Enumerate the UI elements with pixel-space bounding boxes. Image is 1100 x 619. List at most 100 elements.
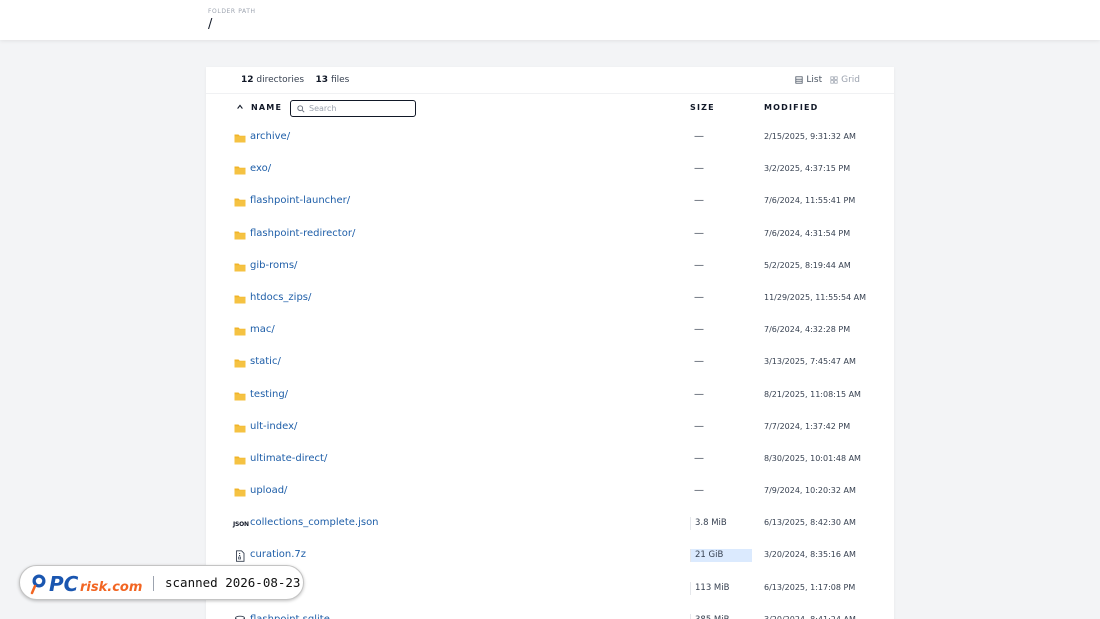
file-name-link[interactable]: testing/ <box>250 389 288 400</box>
file-name-link[interactable]: upload/ <box>250 485 287 496</box>
table-row[interactable]: mac/ — 7/6/2024, 4:32:28 PM <box>206 315 894 347</box>
scan-date-text: scanned 2026-08-23 <box>165 575 301 590</box>
file-count-label: files <box>330 75 350 85</box>
folder-icon <box>234 456 246 465</box>
table-row[interactable]: flashpoint-redirector/ — 7/6/2024, 4:31:54… <box>206 219 894 251</box>
table-row[interactable]: htdocs_zips/ — 11/29/2025, 11:55:54 AM <box>206 283 894 315</box>
file-name-link[interactable]: flashpoint-launcher/ <box>250 195 350 206</box>
file-size: — <box>694 388 704 400</box>
search-icon <box>297 105 305 113</box>
table-row[interactable]: flashpoint-launcher/ — 7/6/2024, 11:55:41 … <box>206 186 894 218</box>
table-row[interactable]: JSON collections_complete.json 3.8 MiB 6/13… <box>206 508 894 540</box>
file-modified: 3/13/2025, 7:45:47 AM <box>764 357 856 367</box>
file-modified: 3/2/2025, 4:37:15 PM <box>764 164 851 174</box>
file-listing-panel: 12 directories 13 files List Grid NAME S… <box>206 67 894 619</box>
table-row[interactable]: ult-index/ — 7/7/2024, 1:37:42 PM <box>206 412 894 444</box>
pcrisk-logo: PC risk.com <box>30 572 142 595</box>
file-name-link[interactable]: static/ <box>250 356 281 367</box>
file-modified: 3/20/2024, 8:35:16 AM <box>764 550 856 560</box>
folder-icon <box>234 424 246 433</box>
folder-icon <box>234 327 246 336</box>
json-icon: JSON <box>233 521 249 529</box>
table-row[interactable]: static/ — 3/13/2025, 7:45:47 AM <box>206 347 894 379</box>
database-icon <box>235 615 245 619</box>
folder-icon <box>234 166 246 175</box>
listing-summary: 12 directories 13 files <box>241 75 349 85</box>
folder-path-label: FOLDER PATH <box>208 8 256 15</box>
folder-icon <box>234 488 246 497</box>
file-name-link[interactable]: flashpoint-redirector/ <box>250 228 355 239</box>
file-size: 113 MiB <box>690 581 752 595</box>
table-header: NAME SIZE MODIFIED <box>206 97 894 119</box>
view-toggle: List Grid <box>795 75 860 85</box>
file-modified: 7/9/2024, 10:20:32 AM <box>764 486 856 496</box>
file-name-link[interactable]: curation.7z <box>250 549 306 560</box>
file-size: — <box>694 131 704 142</box>
file-size: — <box>694 356 704 368</box>
logo-risk-text: risk.com <box>80 580 142 595</box>
file-name-link[interactable]: mac/ <box>250 324 275 335</box>
file-size: — <box>694 485 704 497</box>
file-name-link[interactable]: htdocs_zips/ <box>250 292 311 303</box>
column-header-name[interactable]: NAME <box>251 103 282 112</box>
table-row[interactable]: flashpoint.sqlite 385 MiB 3/20/2024, 8:41:… <box>206 605 894 619</box>
table-row[interactable]: gib-roms/ — 5/2/2025, 8:19:44 AM <box>206 251 894 283</box>
file-name-link[interactable]: ultimate-direct/ <box>250 453 327 464</box>
grid-icon <box>830 76 838 84</box>
search-field[interactable] <box>290 100 416 117</box>
folder-icon <box>234 392 246 400</box>
folder-icon <box>234 359 246 368</box>
folder-path-value: / <box>208 17 213 32</box>
file-modified: 6/13/2025, 8:42:30 AM <box>764 518 856 528</box>
folder-icon <box>234 198 246 207</box>
column-header-modified[interactable]: MODIFIED <box>764 103 819 112</box>
list-view-button[interactable]: List <box>795 75 822 85</box>
folder-icon <box>234 231 246 240</box>
file-name-link[interactable]: collections_complete.json <box>250 517 379 528</box>
file-size: — <box>694 227 704 239</box>
logo-pc-text: PC <box>49 572 79 595</box>
file-name-link[interactable]: flashpoint.sqlite <box>250 614 330 619</box>
file-size: 3.8 MiB <box>690 517 752 531</box>
file-modified: 8/30/2025, 10:01:48 AM <box>764 453 861 463</box>
file-modified: 7/6/2024, 4:31:54 PM <box>764 228 851 238</box>
table-row[interactable]: ultimate-direct/ — 8/30/2025, 10:01:48 AM <box>206 444 894 476</box>
file-size: — <box>694 452 704 464</box>
table-row[interactable]: exo/ — 3/2/2025, 4:37:15 PM <box>206 154 894 186</box>
pcrisk-watermark: PC risk.com scanned 2026-08-23 <box>19 565 304 600</box>
table-row[interactable]: testing/ — 8/21/2025, 11:08:15 AM <box>206 380 894 412</box>
file-name-link[interactable]: gib-roms/ <box>250 260 297 271</box>
folder-icon <box>234 263 246 272</box>
file-modified: 6/13/2025, 1:17:08 PM <box>764 582 856 592</box>
table-row[interactable]: upload/ — 7/9/2024, 10:20:32 AM <box>206 476 894 508</box>
file-name-link[interactable]: exo/ <box>250 163 271 174</box>
file-modified: 3/20/2024, 8:41:24 AM <box>764 615 856 619</box>
file-modified: 7/7/2024, 1:37:42 PM <box>764 421 851 431</box>
file-modified: 8/21/2025, 11:08:15 AM <box>764 389 861 399</box>
file-count: 13 <box>315 75 329 85</box>
grid-view-button[interactable]: Grid <box>830 75 860 85</box>
file-name-link[interactable]: archive/ <box>250 131 290 142</box>
list-icon <box>795 76 803 84</box>
table-row[interactable]: curation.7z 21 GiB 3/20/2024, 8:35:16 AM <box>206 540 894 572</box>
file-size: — <box>694 259 704 271</box>
file-size: — <box>694 163 704 175</box>
file-modified: 5/2/2025, 8:19:44 AM <box>764 260 851 270</box>
file-name-link[interactable]: ult-index/ <box>250 421 297 432</box>
file-modified: 7/6/2024, 11:55:41 PM <box>764 196 856 206</box>
folder-icon <box>234 295 246 304</box>
column-header-size[interactable]: SIZE <box>690 103 715 112</box>
list-view-label: List <box>806 75 823 85</box>
search-input[interactable] <box>309 102 409 114</box>
file-modified: 11/29/2025, 11:55:54 AM <box>764 292 867 302</box>
table-row[interactable]: z113 MiB6/13/2025, 1:17:08 PM <box>206 573 894 605</box>
file-size: 21 GiB <box>690 549 752 563</box>
file-size: — <box>694 291 704 303</box>
directory-count-label: directories <box>256 75 305 85</box>
file-size: — <box>694 420 704 432</box>
file-modified: 2/15/2025, 9:31:32 AM <box>764 132 856 141</box>
file-list: archive/ — 2/15/2025, 9:31:32 AM exo/ — 3/2/2… <box>206 122 894 619</box>
sort-ascending-icon[interactable] <box>236 103 244 111</box>
file-size: — <box>694 324 704 336</box>
table-row[interactable]: archive/ — 2/15/2025, 9:31:32 AM <box>206 122 894 154</box>
